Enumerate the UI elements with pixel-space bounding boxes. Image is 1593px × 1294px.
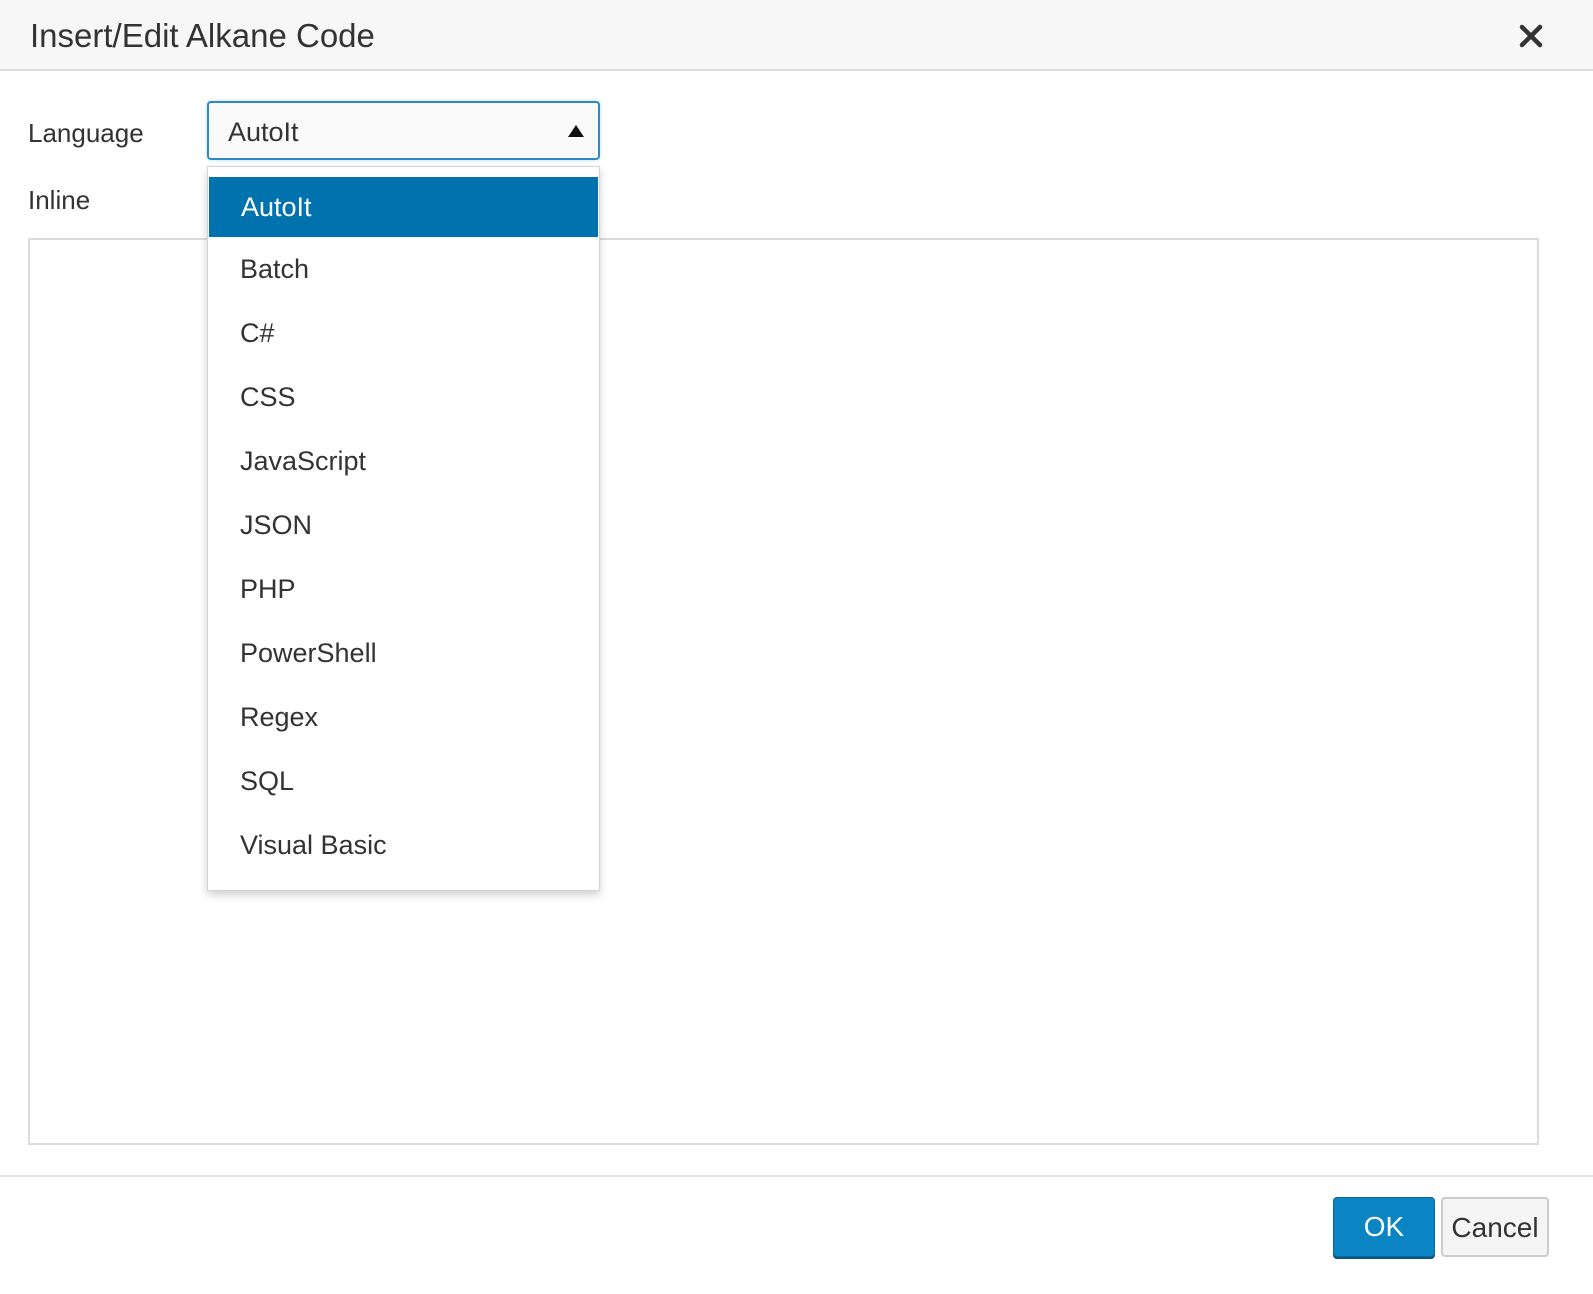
ok-button[interactable]: OK (1333, 1197, 1435, 1257)
insert-edit-code-dialog: Insert/Edit Alkane Code Language AutoIt … (0, 0, 1593, 1294)
language-option-autoit[interactable]: AutoIt (209, 177, 598, 237)
language-label: Language (28, 118, 144, 148)
language-option-regex[interactable]: Regex (208, 685, 599, 749)
language-option-batch[interactable]: Batch (208, 237, 599, 301)
language-option-json[interactable]: JSON (208, 493, 599, 557)
language-option-css[interactable]: CSS (208, 365, 599, 429)
close-button[interactable] (1511, 16, 1551, 56)
close-icon (1519, 24, 1543, 48)
language-option-powershell[interactable]: PowerShell (208, 621, 599, 685)
language-select[interactable]: AutoIt (207, 101, 600, 160)
footer-divider (0, 1175, 1593, 1177)
language-option-visual-basic[interactable]: Visual Basic (208, 813, 599, 877)
cancel-button[interactable]: Cancel (1441, 1197, 1549, 1257)
inline-label: Inline (28, 185, 91, 215)
language-select-value: AutoIt (228, 117, 299, 147)
language-option-sql[interactable]: SQL (208, 749, 599, 813)
language-option-csharp[interactable]: C# (208, 301, 599, 365)
dialog-title: Insert/Edit Alkane Code (30, 17, 375, 54)
dialog-header: Insert/Edit Alkane Code (0, 0, 1593, 71)
language-option-javascript[interactable]: JavaScript (208, 429, 599, 493)
language-dropdown-list: AutoIt Batch C# CSS JavaScript JSON PHP … (207, 166, 600, 891)
caret-up-icon (568, 125, 584, 137)
language-option-php[interactable]: PHP (208, 557, 599, 621)
